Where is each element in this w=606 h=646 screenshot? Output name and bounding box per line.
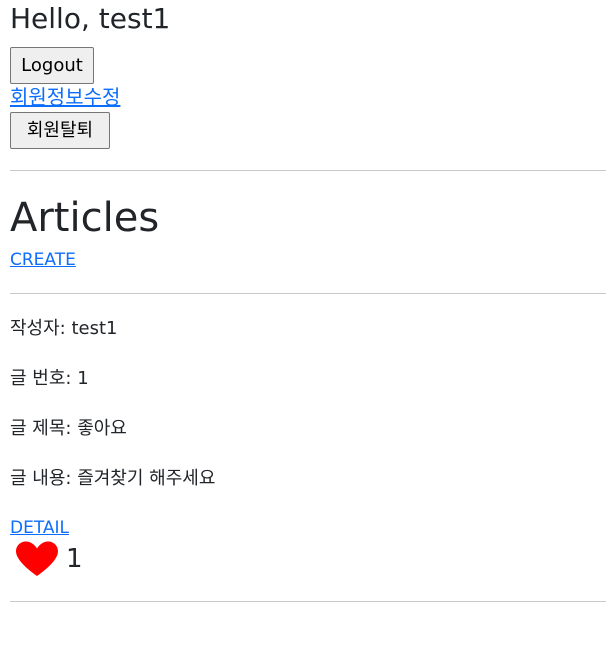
create-article-link[interactable]: CREATE bbox=[10, 249, 76, 271]
article-content-label: 글 내용: bbox=[10, 468, 78, 489]
page-title: Articles bbox=[10, 195, 160, 241]
like-row: 1 bbox=[10, 541, 606, 577]
divider bbox=[10, 293, 606, 294]
article-item: 작성자: test1 글 번호: 1 글 제목: 좋아요 글 내용: 즐겨찾기 … bbox=[10, 316, 606, 577]
article-author-label: 작성자: bbox=[10, 318, 72, 339]
article-number-label: 글 번호: bbox=[10, 368, 78, 389]
article-detail-link[interactable]: DETAIL bbox=[10, 517, 69, 539]
article-author-value: test1 bbox=[71, 318, 118, 339]
like-button[interactable] bbox=[14, 541, 60, 577]
article-number-value: 1 bbox=[77, 368, 89, 389]
article-content: 글 내용: 즐겨찾기 해주세요 bbox=[10, 466, 606, 492]
article-title: 글 제목: 좋아요 bbox=[10, 416, 606, 442]
logout-button[interactable]: Logout bbox=[10, 47, 94, 84]
article-author: 작성자: test1 bbox=[10, 316, 606, 342]
page: Hello, test1 Logout 회원정보수정 회원탈퇴 Articles… bbox=[10, 0, 606, 602]
like-count: 1 bbox=[66, 544, 83, 574]
article-number: 글 번호: 1 bbox=[10, 366, 606, 392]
article-title-value: 좋아요 bbox=[77, 418, 127, 439]
divider bbox=[10, 170, 606, 171]
edit-profile-link[interactable]: 회원정보수정 bbox=[10, 84, 120, 110]
withdraw-button[interactable]: 회원탈퇴 bbox=[10, 112, 110, 149]
divider bbox=[10, 601, 606, 602]
article-title-label: 글 제목: bbox=[10, 418, 78, 439]
greeting: Hello, test1 bbox=[10, 2, 171, 35]
heart-icon bbox=[16, 541, 58, 576]
article-content-value: 즐겨찾기 해주세요 bbox=[77, 468, 216, 489]
